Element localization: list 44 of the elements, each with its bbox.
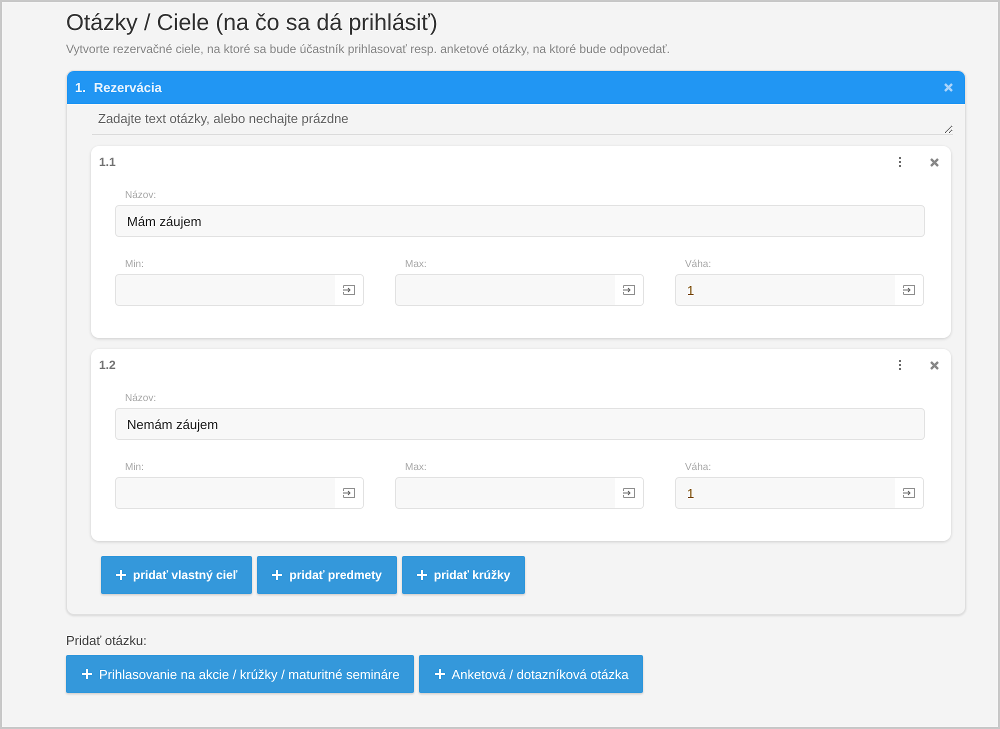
field-label: Max: (405, 259, 428, 270)
enter-icon (903, 488, 915, 498)
number-input[interactable] (115, 477, 364, 509)
number-input[interactable] (395, 477, 644, 509)
target-number: 1.1 (99, 155, 116, 169)
enter-icon (623, 488, 635, 498)
plus-icon (82, 669, 92, 679)
name-input[interactable]: Nemám záujem (115, 408, 925, 440)
number-input[interactable]: 1 (675, 274, 924, 306)
question-title: Rezervácia (94, 80, 162, 95)
field-label: Váha: (685, 259, 712, 270)
target-number: 1.2 (99, 358, 116, 372)
add-button[interactable]: Prihlasovanie na akcie / krúžky / maturitné semináre (66, 655, 414, 693)
enter-icon (903, 285, 915, 295)
page-title: Otázky / Ciele (na čo sa dá prihlásiť) (66, 8, 439, 36)
add-button[interactable]: Anketová / dotazníková otázka (418, 655, 643, 693)
name-input[interactable]: Mám záujem (115, 205, 925, 237)
add-button[interactable]: pridať predmety (257, 556, 397, 594)
add-question-label: Pridať otázku: (66, 633, 148, 648)
number-input[interactable]: 1 (675, 477, 924, 509)
more-icon[interactable] (898, 360, 902, 370)
number-input[interactable] (395, 274, 644, 306)
field-label: Názov: (125, 190, 158, 201)
add-button[interactable]: pridať krúžky (402, 556, 526, 594)
plus-icon (416, 570, 427, 580)
add-button[interactable]: pridať vlastný cieľ (101, 556, 252, 594)
field-label: Max: (405, 462, 428, 473)
plus-icon (116, 570, 126, 580)
enter-icon (343, 488, 355, 498)
field-label: Názov: (125, 393, 158, 404)
question-number: 1. (75, 80, 86, 95)
number-input[interactable] (115, 274, 364, 306)
plus-icon (434, 669, 445, 679)
field-label: Min: (125, 462, 145, 473)
close-icon[interactable] (930, 360, 939, 370)
enter-icon (623, 285, 635, 295)
field-label: Váha: (685, 462, 712, 473)
field-label: Min: (125, 259, 145, 270)
more-icon[interactable] (898, 157, 902, 167)
page-subtitle: Vytvorte rezervačné ciele, na ktoré sa bude účastník prihlasovať resp. anketové otázky, na ktoré bude odpovedať. (66, 42, 672, 56)
enter-icon (343, 285, 355, 295)
close-icon[interactable] (944, 83, 953, 92)
plus-icon (272, 570, 282, 580)
close-icon[interactable] (930, 158, 939, 166)
